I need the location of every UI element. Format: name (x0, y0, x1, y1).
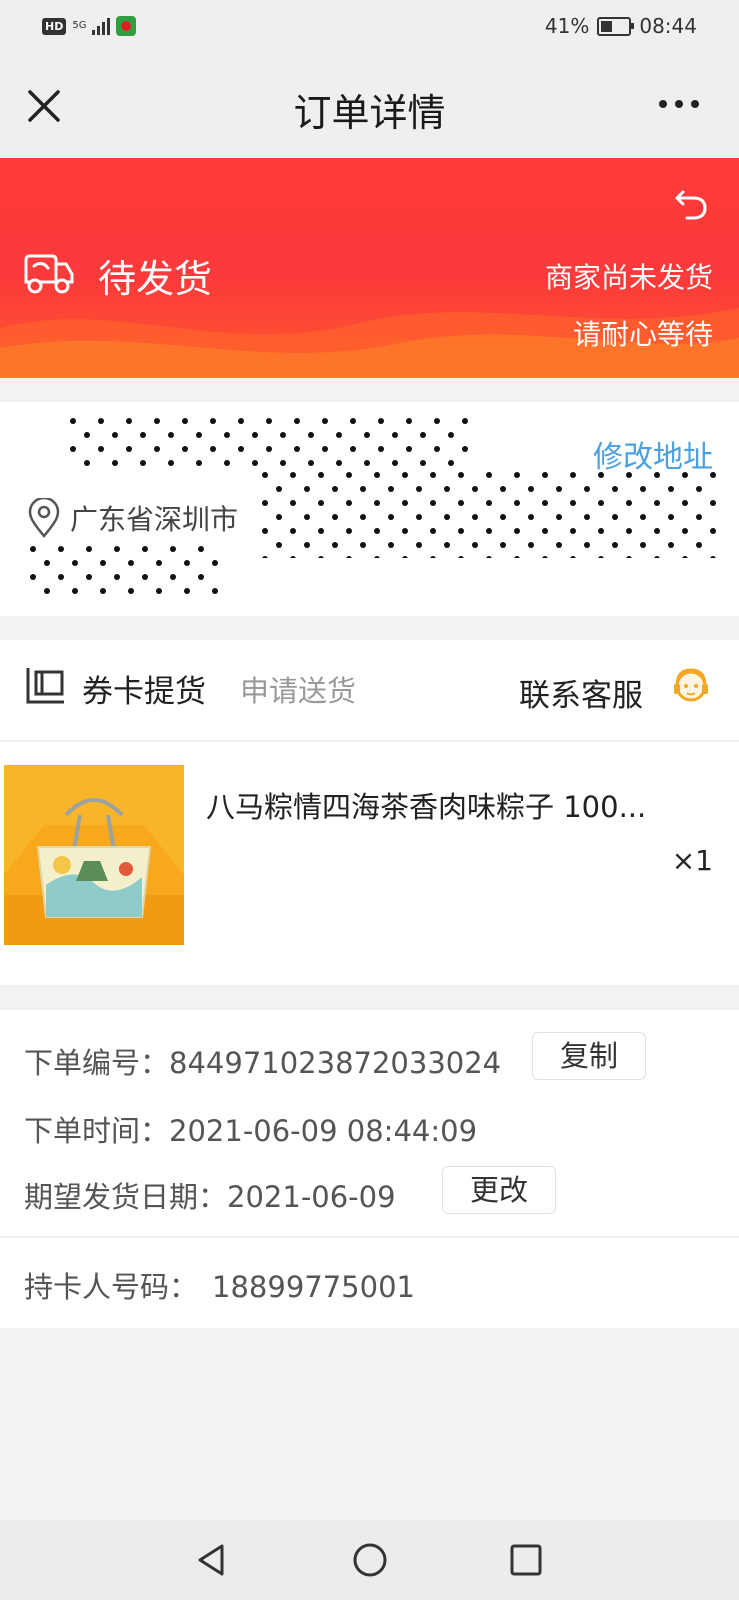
status-right: 41% 08:44 (545, 14, 697, 38)
battery-icon (597, 16, 635, 36)
app-notification-icon (116, 16, 137, 36)
address-card[interactable]: 修改地址 广东省深圳市 (0, 402, 739, 616)
redacted-name-phone (66, 414, 476, 466)
battery-percent: 41% (544, 14, 590, 38)
customer-service-icon[interactable] (669, 664, 713, 708)
status-message-line1: 商家尚未发货 (544, 261, 713, 294)
order-info-card: 下单编号：844971023872033024 复制 下单时间：2021-06-… (0, 1010, 739, 1328)
back-nav-icon[interactable] (194, 1542, 230, 1578)
order-time-label: 下单时间： (24, 1114, 170, 1148)
redacted-address-line2 (26, 542, 226, 602)
system-nav-bar (0, 1520, 739, 1600)
recents-nav-icon[interactable] (508, 1542, 544, 1578)
status-message-line2: 请耐心等待 (572, 318, 713, 351)
home-nav-icon[interactable] (352, 1542, 388, 1578)
order-number-row: 下单编号：844971023872033024 (24, 1040, 501, 1082)
order-time-value: 2021-06-09 08:44:09 (169, 1114, 478, 1148)
copy-button[interactable]: 复制 (532, 1032, 646, 1080)
order-status-title: 待发货 (98, 257, 213, 301)
truck-icon (24, 254, 74, 294)
page-title: 订单详情 (293, 91, 446, 135)
holder-phone-value: 18899775001 (212, 1270, 415, 1304)
product-image[interactable] (4, 765, 184, 945)
product-quantity: ×1 (671, 844, 713, 877)
holder-phone-label: 持卡人号码： (24, 1270, 199, 1304)
signal-icon (92, 17, 111, 35)
divider (0, 740, 739, 742)
redacted-address-line1 (258, 468, 720, 558)
apply-delivery-link[interactable]: 申请送货 (240, 668, 356, 710)
order-number-value: 844971023872033024 (169, 1046, 502, 1080)
more-icon[interactable] (659, 100, 699, 108)
voucher-pickup-label: 券卡提货 (82, 674, 206, 710)
product-name[interactable]: 八马粽情四海茶香肉味粽子 100... (206, 784, 711, 826)
order-card: 券卡提货 申请送货 联系客服 八马粽情四海茶香肉味粽子 100... ×1 (0, 640, 739, 985)
ship-date-row: 期望发货日期：2021-06-09 (24, 1174, 396, 1216)
order-status-banner: 待发货 商家尚未发货 请耐心等待 (0, 158, 739, 378)
hd-badge: HD (42, 17, 67, 35)
location-pin-icon (28, 498, 60, 538)
status-left: HD 5G (42, 16, 137, 36)
divider (0, 1236, 739, 1238)
holder-phone-row: 持卡人号码： 18899775001 (24, 1264, 415, 1306)
undo-icon[interactable] (673, 186, 709, 222)
order-time-row: 下单时间：2021-06-09 08:44:09 (24, 1108, 477, 1150)
status-bar: HD 5G 41% 08:44 (0, 0, 739, 56)
network-type: 5G (72, 20, 87, 31)
clock: 08:44 (639, 14, 697, 38)
change-date-button[interactable]: 更改 (442, 1166, 556, 1214)
ship-date-value: 2021-06-09 (227, 1180, 396, 1214)
address-text: 广东省深圳市 (70, 503, 239, 536)
order-number-label: 下单编号： (24, 1046, 170, 1080)
ship-date-label: 期望发货日期： (24, 1180, 228, 1214)
nav-bar: 订单详情 (0, 56, 739, 158)
voucher-icon (26, 668, 64, 704)
contact-service-button[interactable]: 联系客服 (519, 670, 643, 715)
